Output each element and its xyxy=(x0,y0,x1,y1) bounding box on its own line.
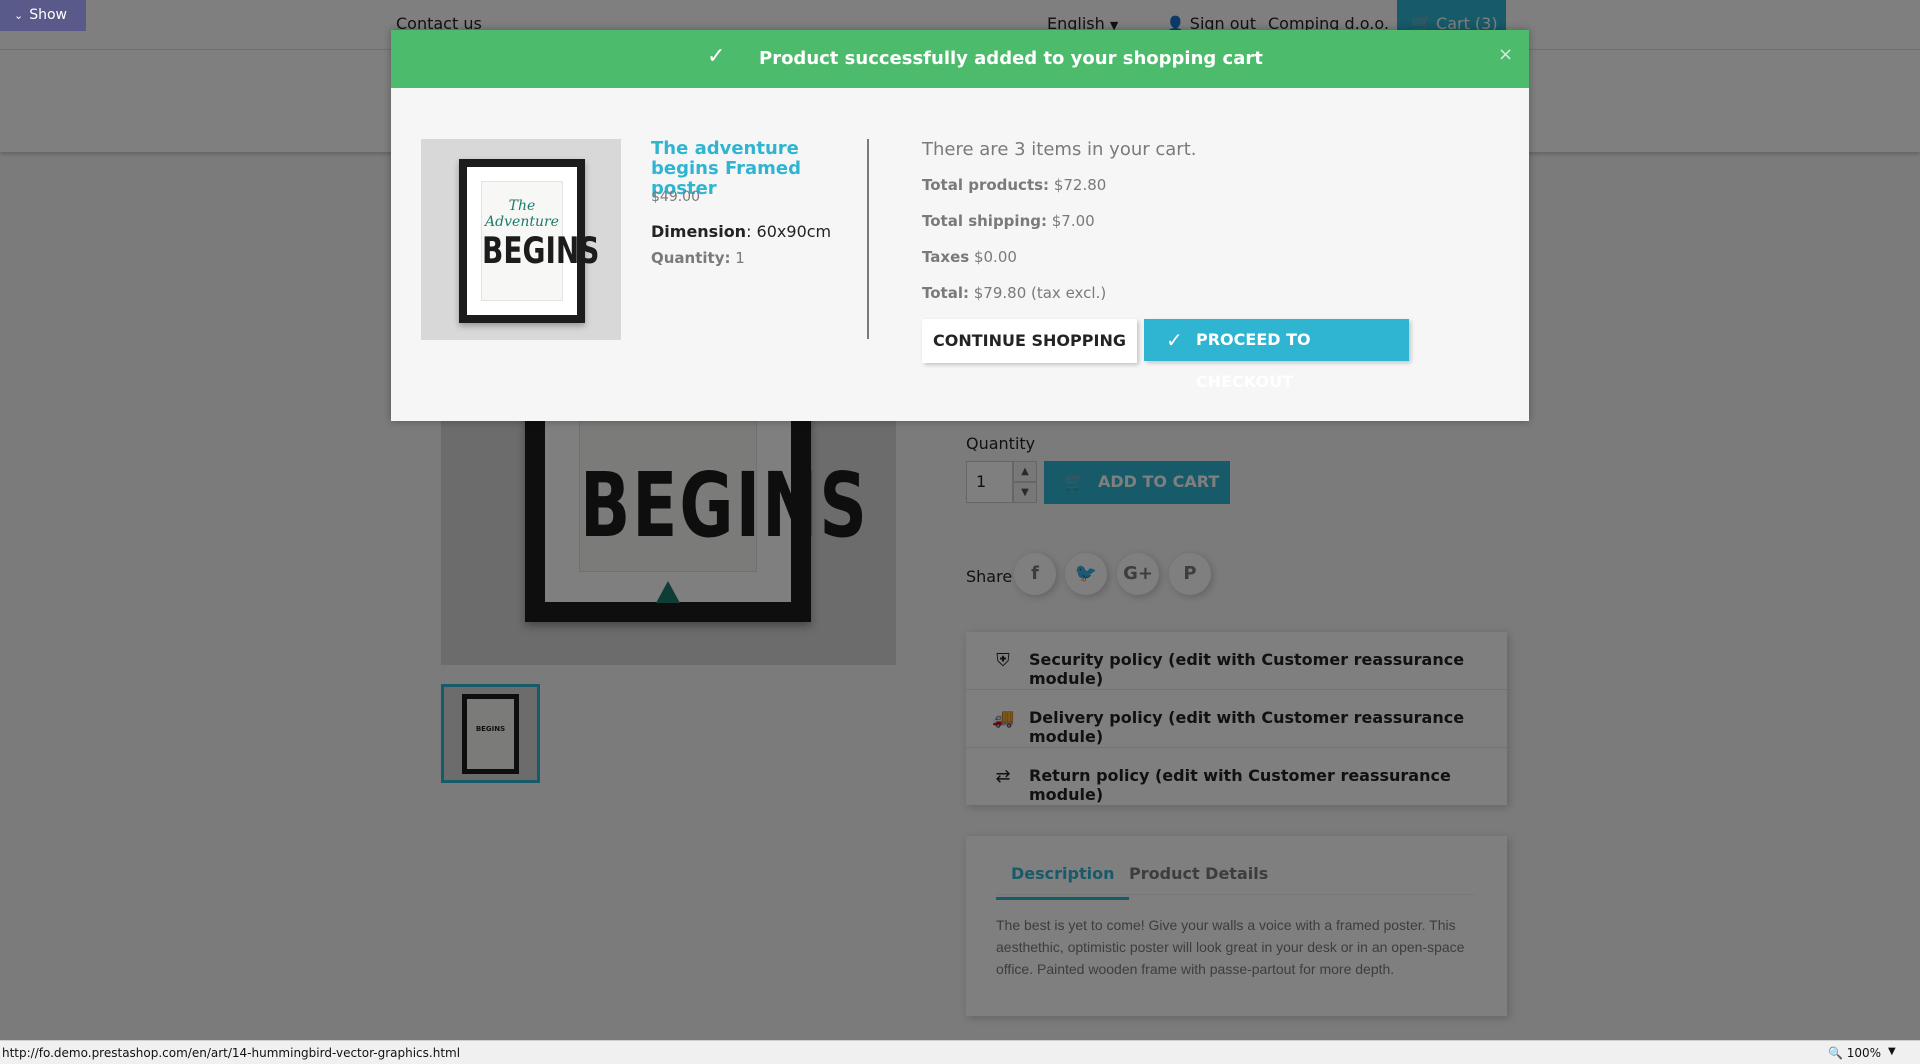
poster-artwork: The Adventure BEGINS xyxy=(481,181,600,301)
proceed-to-checkout-label: PROCEED TO CHECKOUT xyxy=(1196,330,1311,391)
modal-header: ✓ Product successfully added to your sho… xyxy=(391,30,1529,88)
continue-shopping-button[interactable]: CONTINUE SHOPPING xyxy=(922,319,1137,363)
dimension-label: Dimension xyxy=(651,222,747,241)
poster-title-script: The Adventure xyxy=(485,198,559,230)
zoom-level[interactable]: 🔍 100% xyxy=(1828,1046,1881,1060)
modal-product-price: $49.00 xyxy=(651,189,700,205)
total-label: Total: xyxy=(922,284,969,302)
cart-modal: ✓ Product successfully added to your sho… xyxy=(391,30,1529,421)
status-url: http://fo.demo.prestashop.com/en/art/14-… xyxy=(2,1046,461,1060)
zoom-value: 100% xyxy=(1846,1046,1882,1060)
dimension-value: : 60x90cm xyxy=(746,222,832,241)
total-shipping-line: Total shipping: $7.00 xyxy=(922,212,1095,230)
modal-product-dimension: Dimension: 60x90cm xyxy=(651,222,831,241)
zoom-dropdown-icon[interactable]: ▼ xyxy=(1888,1046,1896,1057)
total-shipping-value: $7.00 xyxy=(1046,212,1095,230)
cart-items-count: There are 3 items in your cart. xyxy=(922,139,1197,160)
show-toggle-button[interactable]: ⌄ Show xyxy=(0,0,86,31)
poster-begins-text: BEGINS xyxy=(482,229,600,272)
poster-frame: The Adventure BEGINS xyxy=(459,159,600,323)
total-shipping-label: Total shipping: xyxy=(922,212,1047,230)
modal-title: Product successfully added to your shopp… xyxy=(759,48,1263,69)
taxes-line: Taxes $0.00 xyxy=(922,248,1017,266)
total-line: Total: $79.80 (tax excl.) xyxy=(922,284,1106,302)
taxes-label: Taxes xyxy=(922,248,970,266)
quantity-label: Quantity: xyxy=(651,249,731,267)
modal-divider xyxy=(867,139,869,339)
total-products-value: $72.80 xyxy=(1049,176,1107,194)
total-value: $79.80 (tax excl.) xyxy=(968,284,1107,302)
poster-mat: The Adventure BEGINS xyxy=(467,167,600,315)
modal-product-quantity: Quantity: 1 xyxy=(651,249,745,267)
show-label: Show xyxy=(29,7,67,23)
browser-status-bar: http://fo.demo.prestashop.com/en/art/14-… xyxy=(0,1040,1920,1064)
total-products-label: Total products: xyxy=(922,176,1050,194)
quantity-value: 1 xyxy=(730,249,745,267)
zoom-icon: 🔍 xyxy=(1828,1046,1843,1060)
close-icon[interactable]: × xyxy=(1498,44,1513,65)
taxes-value: $0.00 xyxy=(969,248,1017,266)
modal-product-image: The Adventure BEGINS xyxy=(421,139,621,340)
total-products-line: Total products: $72.80 xyxy=(922,176,1106,194)
check-icon: ✓ xyxy=(1166,328,1183,352)
proceed-to-checkout-button[interactable]: ✓ PROCEED TO CHECKOUT xyxy=(1144,319,1409,391)
chevron-down-icon: ⌄ xyxy=(14,9,24,22)
check-icon: ✓ xyxy=(707,44,726,69)
